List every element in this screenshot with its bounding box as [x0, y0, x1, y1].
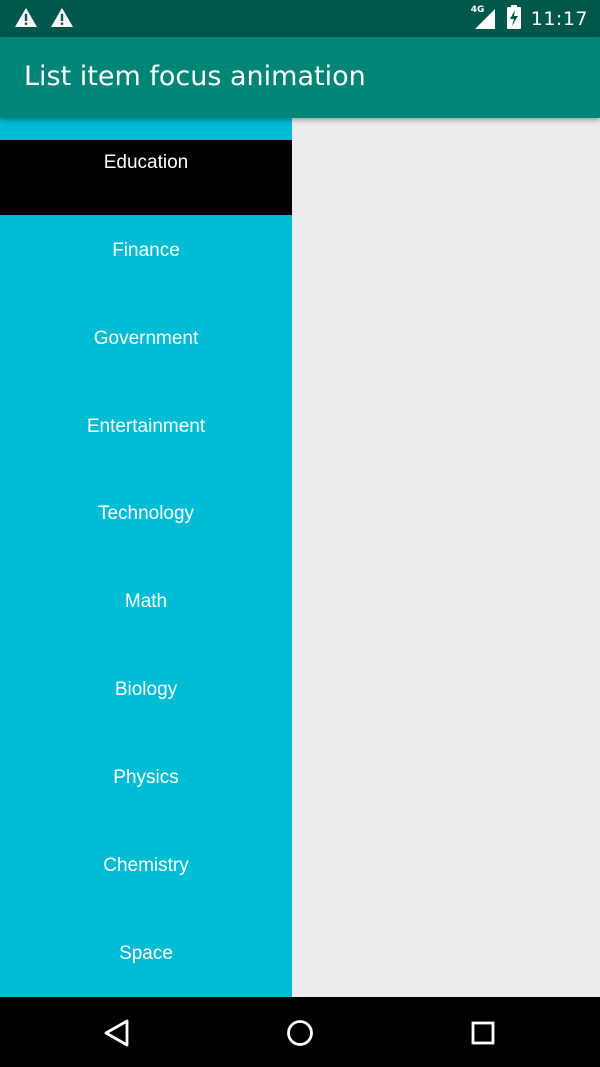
status-bar: 4G 11:17 — [0, 0, 600, 37]
list-item-space[interactable]: Space — [0, 916, 292, 992]
navigation-bar — [0, 997, 600, 1067]
list-item-entertainment[interactable]: Entertainment — [0, 389, 292, 465]
list-item-government[interactable]: Government — [0, 301, 292, 377]
list-item-label: Education — [103, 152, 189, 173]
app-bar: List item focus animation — [0, 37, 600, 118]
list-item-biology[interactable]: Biology — [0, 652, 292, 728]
list-item-label: Entertainment — [86, 416, 206, 437]
screen: 4G 11:17 List item focus animation Educa… — [0, 0, 600, 1067]
signal-icon: 4G — [470, 5, 497, 31]
category-list[interactable]: Education Finance Government Entertainme… — [0, 118, 292, 997]
recents-icon[interactable] — [466, 1016, 500, 1050]
network-type-label: 4G — [470, 5, 485, 15]
list-item-label: Finance — [112, 240, 180, 261]
warning-icon — [50, 7, 74, 32]
clock: 11:17 — [530, 8, 588, 30]
list-item-math[interactable]: Math — [0, 564, 292, 640]
app-title: List item focus animation — [24, 61, 366, 92]
list-item-education[interactable]: Education — [0, 140, 292, 215]
list-item-finance[interactable]: Finance — [0, 213, 292, 289]
list-item-label: Government — [93, 328, 199, 349]
list-item-label: Biology — [114, 679, 178, 700]
list-item-label: Chemistry — [103, 855, 189, 876]
battery-charging-icon — [506, 5, 521, 33]
list-item-label: Space — [119, 943, 173, 964]
home-icon[interactable] — [283, 1016, 317, 1050]
list-item-label: Physics — [113, 767, 179, 788]
content-area: Education Finance Government Entertainme… — [0, 118, 600, 997]
list-item-physics[interactable]: Physics — [0, 740, 292, 816]
system-icons: 4G 11:17 — [471, 5, 588, 33]
list-item-label: Math — [124, 591, 168, 612]
list-item-label: Technology — [97, 503, 195, 524]
back-icon[interactable] — [100, 1016, 134, 1050]
list-item-chemistry[interactable]: Chemistry — [0, 828, 292, 904]
notification-icons — [14, 7, 74, 32]
list-item-technology[interactable]: Technology — [0, 476, 292, 552]
warning-icon — [14, 7, 38, 32]
